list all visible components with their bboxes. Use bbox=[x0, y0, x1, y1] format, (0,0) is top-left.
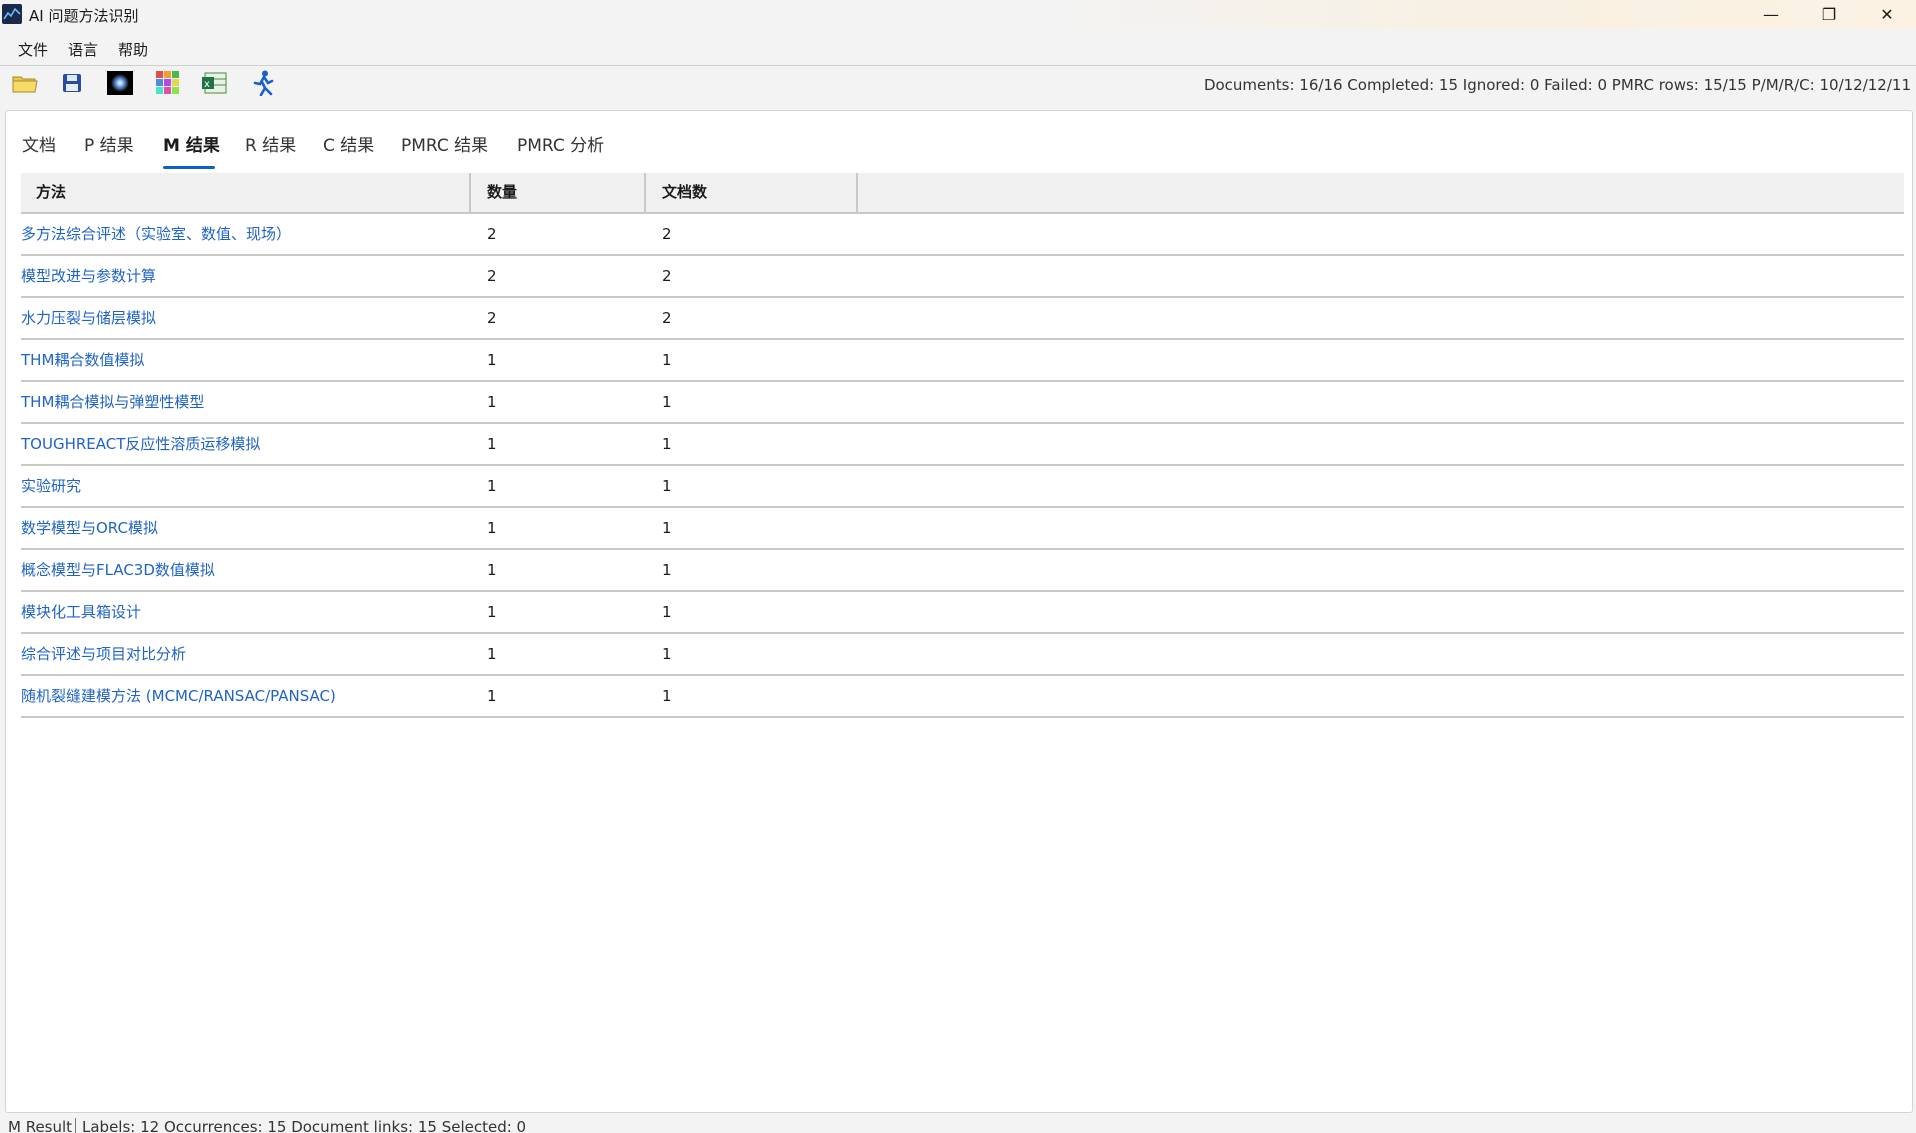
run-summary: Documents: 16/16 Completed: 15 Ignored: … bbox=[1203, 76, 1911, 94]
doc-count-cell: 1 bbox=[662, 351, 672, 369]
method-cell[interactable]: 模型改进与参数计算 bbox=[21, 256, 156, 296]
table-row[interactable]: 随机裂缝建模方法 (MCMC/RANSAC/PANSAC) 1 1 bbox=[21, 676, 1904, 718]
tab-pmrc-results[interactable]: PMRC 结果 bbox=[401, 131, 488, 156]
doc-count-cell: 1 bbox=[662, 603, 672, 621]
title-bar: AI 问题方法识别 — ❐ ✕ bbox=[0, 0, 1916, 29]
tab-documents[interactable]: 文档 bbox=[22, 131, 56, 156]
method-cell[interactable]: 模块化工具箱设计 bbox=[21, 592, 141, 632]
run-icon bbox=[251, 70, 275, 100]
method-cell[interactable]: 综合评述与项目对比分析 bbox=[21, 634, 186, 674]
run-button[interactable] bbox=[246, 70, 280, 100]
tab-m-results[interactable]: M 结果 bbox=[163, 131, 220, 156]
method-cell[interactable]: 实验研究 bbox=[21, 466, 81, 506]
table-row[interactable]: 综合评述与项目对比分析 1 1 bbox=[21, 634, 1904, 676]
table-body: 多方法综合评述（实验室、数值、现场） 2 2 模型改进与参数计算 2 2 水力压裂与储层模拟… bbox=[21, 214, 1904, 718]
maximize-button[interactable]: ❐ bbox=[1800, 0, 1858, 29]
column-header-method[interactable]: 方法 bbox=[36, 173, 66, 212]
count-cell: 2 bbox=[487, 309, 497, 327]
count-cell: 2 bbox=[487, 267, 497, 285]
count-cell: 1 bbox=[487, 645, 497, 663]
doc-count-cell: 1 bbox=[662, 393, 672, 411]
table-row[interactable]: 数学模型与ORC模拟 1 1 bbox=[21, 508, 1904, 550]
method-cell[interactable]: TOUGHREACT反应性溶质运移模拟 bbox=[21, 424, 260, 464]
doc-count-cell: 1 bbox=[662, 687, 672, 705]
table-row[interactable]: 模型改进与参数计算 2 2 bbox=[21, 256, 1904, 298]
svg-text:x: x bbox=[204, 79, 210, 90]
grid-color-icon bbox=[156, 71, 180, 99]
save-icon bbox=[62, 73, 82, 97]
table-row[interactable]: 实验研究 1 1 bbox=[21, 466, 1904, 508]
doc-count-cell: 1 bbox=[662, 561, 672, 579]
column-resize-handle[interactable] bbox=[469, 173, 471, 212]
close-button[interactable]: ✕ bbox=[1858, 0, 1916, 29]
column-header-count[interactable]: 数量 bbox=[487, 173, 517, 212]
tab-pmrc-analysis[interactable]: PMRC 分析 bbox=[517, 131, 604, 156]
menu-file[interactable]: 文件 bbox=[9, 39, 57, 60]
tab-r-results[interactable]: R 结果 bbox=[245, 131, 296, 156]
doc-count-cell: 2 bbox=[662, 225, 672, 243]
column-resize-handle[interactable] bbox=[644, 173, 646, 212]
color-grid-button[interactable] bbox=[151, 70, 185, 100]
tab-bar: 文档 P 结果 M 结果 R 结果 C 结果 PMRC 结果 PMRC 分析 bbox=[6, 111, 1912, 171]
table-row[interactable]: 概念模型与FLAC3D数值模拟 1 1 bbox=[21, 550, 1904, 592]
table-row[interactable]: THM耦合模拟与弹塑性模型 1 1 bbox=[21, 382, 1904, 424]
doc-count-cell: 2 bbox=[662, 309, 672, 327]
save-button[interactable] bbox=[55, 70, 89, 100]
open-folder-button[interactable] bbox=[8, 70, 42, 100]
count-cell: 1 bbox=[487, 519, 497, 537]
minimize-button[interactable]: — bbox=[1742, 0, 1800, 29]
tab-p-results[interactable]: P 结果 bbox=[84, 131, 134, 156]
method-cell[interactable]: 随机裂缝建模方法 (MCMC/RANSAC/PANSAC) bbox=[21, 676, 336, 716]
active-tab-indicator bbox=[163, 166, 215, 169]
excel-export-button[interactable]: x bbox=[198, 70, 232, 100]
doc-count-cell: 1 bbox=[662, 477, 672, 495]
count-cell: 1 bbox=[487, 603, 497, 621]
m-results-table: 方法 数量 文档数 多方法综合评述（实验室、数值、现场） 2 2 模型改进与参数计算 2… bbox=[21, 173, 1904, 718]
theme-button[interactable] bbox=[103, 70, 137, 100]
method-cell[interactable]: THM耦合模拟与弹塑性模型 bbox=[21, 382, 204, 422]
table-row[interactable]: 多方法综合评述（实验室、数值、现场） 2 2 bbox=[21, 214, 1904, 256]
method-cell[interactable]: 数学模型与ORC模拟 bbox=[21, 508, 158, 548]
count-cell: 1 bbox=[487, 435, 497, 453]
main-panel: 文档 P 结果 M 结果 R 结果 C 结果 PMRC 结果 PMRC 分析 方… bbox=[5, 110, 1913, 1113]
count-cell: 1 bbox=[487, 561, 497, 579]
theme-icon bbox=[107, 71, 133, 99]
count-cell: 1 bbox=[487, 687, 497, 705]
count-cell: 2 bbox=[487, 225, 497, 243]
doc-count-cell: 1 bbox=[662, 435, 672, 453]
doc-count-cell: 2 bbox=[662, 267, 672, 285]
menu-help[interactable]: 帮助 bbox=[109, 39, 157, 60]
app-logo-icon bbox=[2, 4, 22, 24]
menu-bar: 文件 语言 帮助 bbox=[0, 36, 1916, 62]
open-folder-icon bbox=[12, 72, 38, 98]
status-divider bbox=[75, 1118, 76, 1133]
method-cell[interactable]: 概念模型与FLAC3D数值模拟 bbox=[21, 550, 215, 590]
doc-count-cell: 1 bbox=[662, 519, 672, 537]
method-cell[interactable]: 多方法综合评述（实验室、数值、现场） bbox=[21, 214, 291, 254]
app-window: AI 问题方法识别 — ❐ ✕ 文件 语言 帮助 x Documents: 16… bbox=[0, 0, 1916, 1133]
status-details: Labels: 12 Occurrences: 15 Document link… bbox=[82, 1118, 527, 1133]
table-row[interactable]: 水力压裂与储层模拟 2 2 bbox=[21, 298, 1904, 340]
table-header: 方法 数量 文档数 bbox=[21, 173, 1904, 214]
column-header-docs[interactable]: 文档数 bbox=[662, 173, 707, 212]
method-cell[interactable]: THM耦合数值模拟 bbox=[21, 340, 144, 380]
table-row[interactable]: THM耦合数值模拟 1 1 bbox=[21, 340, 1904, 382]
table-row[interactable]: TOUGHREACT反应性溶质运移模拟 1 1 bbox=[21, 424, 1904, 466]
excel-export-icon: x bbox=[202, 72, 228, 98]
status-mode: M Result bbox=[8, 1118, 73, 1133]
toolbar: x Documents: 16/16 Completed: 15 Ignored… bbox=[0, 66, 1916, 104]
tab-c-results[interactable]: C 结果 bbox=[323, 131, 374, 156]
window-title: AI 问题方法识别 bbox=[29, 7, 139, 25]
count-cell: 1 bbox=[487, 393, 497, 411]
method-cell[interactable]: 水力压裂与储层模拟 bbox=[21, 298, 156, 338]
table-row[interactable]: 模块化工具箱设计 1 1 bbox=[21, 592, 1904, 634]
count-cell: 1 bbox=[487, 477, 497, 495]
status-bar: M Result Labels: 12 Occurrences: 15 Docu… bbox=[0, 1114, 1916, 1133]
menu-language[interactable]: 语言 bbox=[59, 39, 107, 60]
column-resize-handle[interactable] bbox=[856, 173, 858, 212]
doc-count-cell: 1 bbox=[662, 645, 672, 663]
count-cell: 1 bbox=[487, 351, 497, 369]
